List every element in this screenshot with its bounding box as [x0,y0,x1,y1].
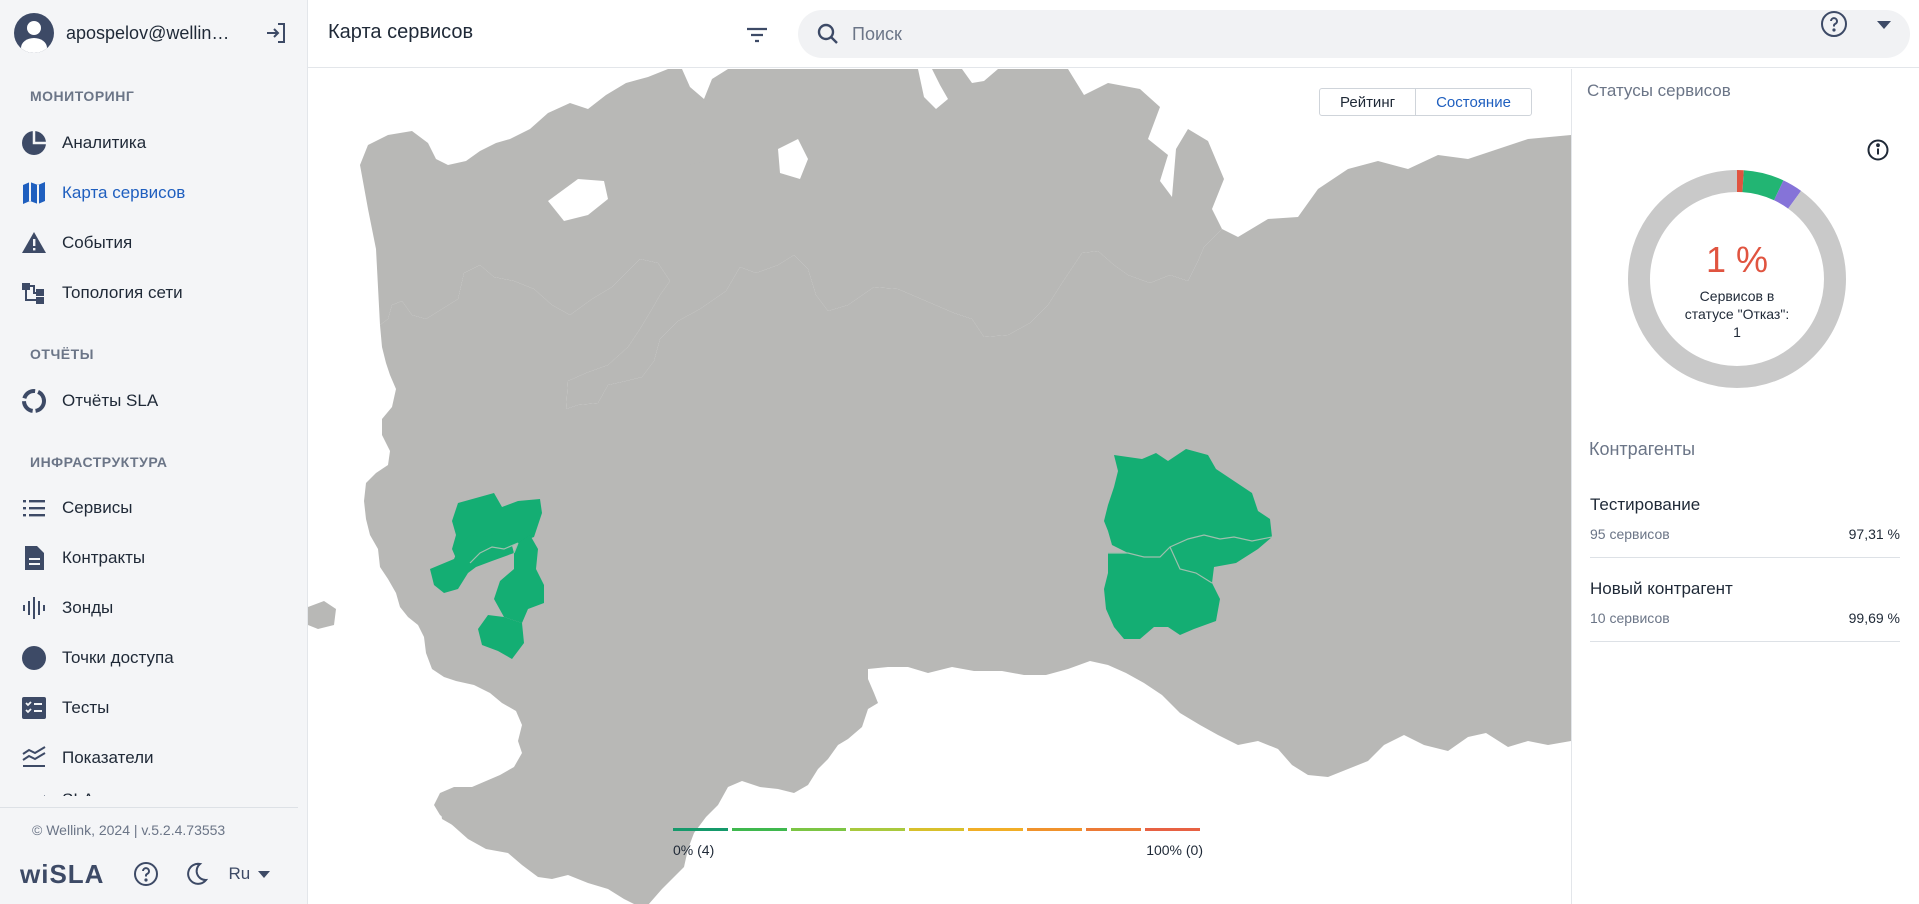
legend-swatch [791,828,846,831]
dark-mode-icon[interactable] [182,860,210,888]
search-input[interactable] [852,18,1752,50]
search-icon [816,22,840,51]
help-icon[interactable] [1820,10,1848,38]
sidebar-item-service-map[interactable]: Карта сервисов [20,175,300,211]
sidebar-item-label: Контракты [62,548,146,567]
counterparty-name: Тестирование [1590,495,1701,514]
counterparty-percent: 99,69 % [1848,610,1900,626]
legend-swatch [968,828,1023,831]
service-status-panel: Статусы сервисов 1 % Сервисов в статусе … [1571,69,1919,904]
sidebar: apospelov@wellink.ru МОНИТОРИНГ Аналитик… [0,0,308,904]
map-canvas[interactable] [308,69,1571,904]
sidebar-item-services[interactable]: Сервисы [20,490,300,526]
donut-value: 1 % [1705,239,1769,280]
legend-min-label: 0% (4) [673,842,715,858]
service-map[interactable]: Рейтинг Состояние 0% (4) 100% (0) [308,69,1571,904]
divider [0,807,298,808]
legend-swatch [1145,828,1200,831]
donut-report-icon [20,387,48,415]
sidebar-item-topology[interactable]: Топология сети [20,275,300,311]
app-root: apospelov@wellink.ru МОНИТОРИНГ Аналитик… [0,0,1919,904]
counterparty-item[interactable]: Новый контрагент 10 сервисов 99,69 % [1590,558,1900,642]
view-toggle: Рейтинг Состояние [1319,88,1532,116]
sidebar-item-label: Карта сервисов [62,183,186,202]
sidebar-footer: wiSLA Ru [20,858,300,890]
list-icon [20,494,48,522]
counterparty-services: 10 сервисов [1590,610,1670,626]
sidebar-item-label: Тесты [62,698,110,717]
section-reports: ОТЧЁТЫ [30,346,94,362]
wisla-logo: wiSLA [20,858,105,889]
counterparty-item[interactable]: Тестирование 95 сервисов 97,31 % [1590,474,1900,558]
dot-icon [20,644,48,672]
section-monitoring: МОНИТОРИНГ [30,88,135,104]
legend-swatch [850,828,905,831]
legend-max-label: 100% (0) [1146,842,1203,858]
logout-icon[interactable] [264,21,288,45]
copyright-text: © Wellink, 2024 | v.5.2.4.73553 [32,822,226,838]
checklist-icon [20,694,48,722]
document-icon [20,544,48,572]
counterparty-percent: 97,31 % [1848,526,1900,542]
sidebar-item-label: Топология сети [62,283,183,302]
island [308,601,336,629]
map-icon [20,179,48,207]
avatar[interactable] [14,13,54,53]
sidebar-item-access-points[interactable]: Точки доступа [20,640,300,676]
legend-swatch [732,828,787,831]
sidebar-item-label: Сервисы [62,498,133,517]
legend-swatch [1027,828,1082,831]
info-icon[interactable] [1866,138,1890,162]
user-name[interactable]: apospelov@wellink.ru [66,23,236,44]
user-profile[interactable]: apospelov@wellink.ru [14,13,304,53]
topology-icon [20,279,48,307]
counterparty-services: 95 сервисов [1590,526,1670,542]
language-value: Ru [228,864,251,883]
section-infrastructure: ИНФРАСТРУКТУРА [30,454,168,470]
legend-swatch [909,828,964,831]
chevron-down-icon [258,870,271,878]
metrics-icon [20,744,48,772]
legend-swatch [1086,828,1141,831]
sidebar-item-label: Точки доступа [62,648,174,667]
sidebar-item-label: Зонды [62,598,114,617]
help-icon[interactable] [132,860,160,888]
pie-chart-icon [20,129,48,157]
search-bar [798,10,1910,58]
counterparties-title: Контрагенты [1589,439,1696,459]
sidebar-item-label: Показатели [62,748,154,767]
chevron-down-icon[interactable] [1874,18,1894,32]
panel-title: Статусы сервисов [1587,81,1731,100]
sidebar-item-tests[interactable]: Тесты [20,690,300,726]
warning-icon [20,229,48,257]
sidebar-item-label: Отчёты SLA [62,391,159,410]
counterparty-name: Новый контрагент [1590,579,1733,598]
sidebar-item-label: Аналитика [62,133,147,152]
sidebar-item-sla-reports[interactable]: Отчёты SLA [20,383,300,419]
sidebar-item-analytics[interactable]: Аналитика [20,125,300,161]
filter-icon[interactable] [744,22,770,48]
tab-state[interactable]: Состояние [1415,89,1531,115]
tab-rating[interactable]: Рейтинг [1320,89,1415,115]
sidebar-item-metrics[interactable]: Показатели [20,740,300,776]
donut-caption: Сервисов в статусе "Отказ": 1 [1684,288,1790,340]
sidebar-item-label: События [62,233,133,252]
language-select[interactable]: Ru [228,864,271,884]
legend-swatch [673,828,728,831]
signal-icon [20,594,48,622]
map-legend: 0% (4) 100% (0) [673,828,1203,868]
sidebar-item-contracts[interactable]: Контракты [20,540,300,576]
sidebar-item-events[interactable]: События [20,225,300,261]
sidebar-item-probes[interactable]: Зонды [20,590,300,626]
top-bar: Карта сервисов [308,0,1919,68]
page-title: Карта сервисов [328,21,474,43]
